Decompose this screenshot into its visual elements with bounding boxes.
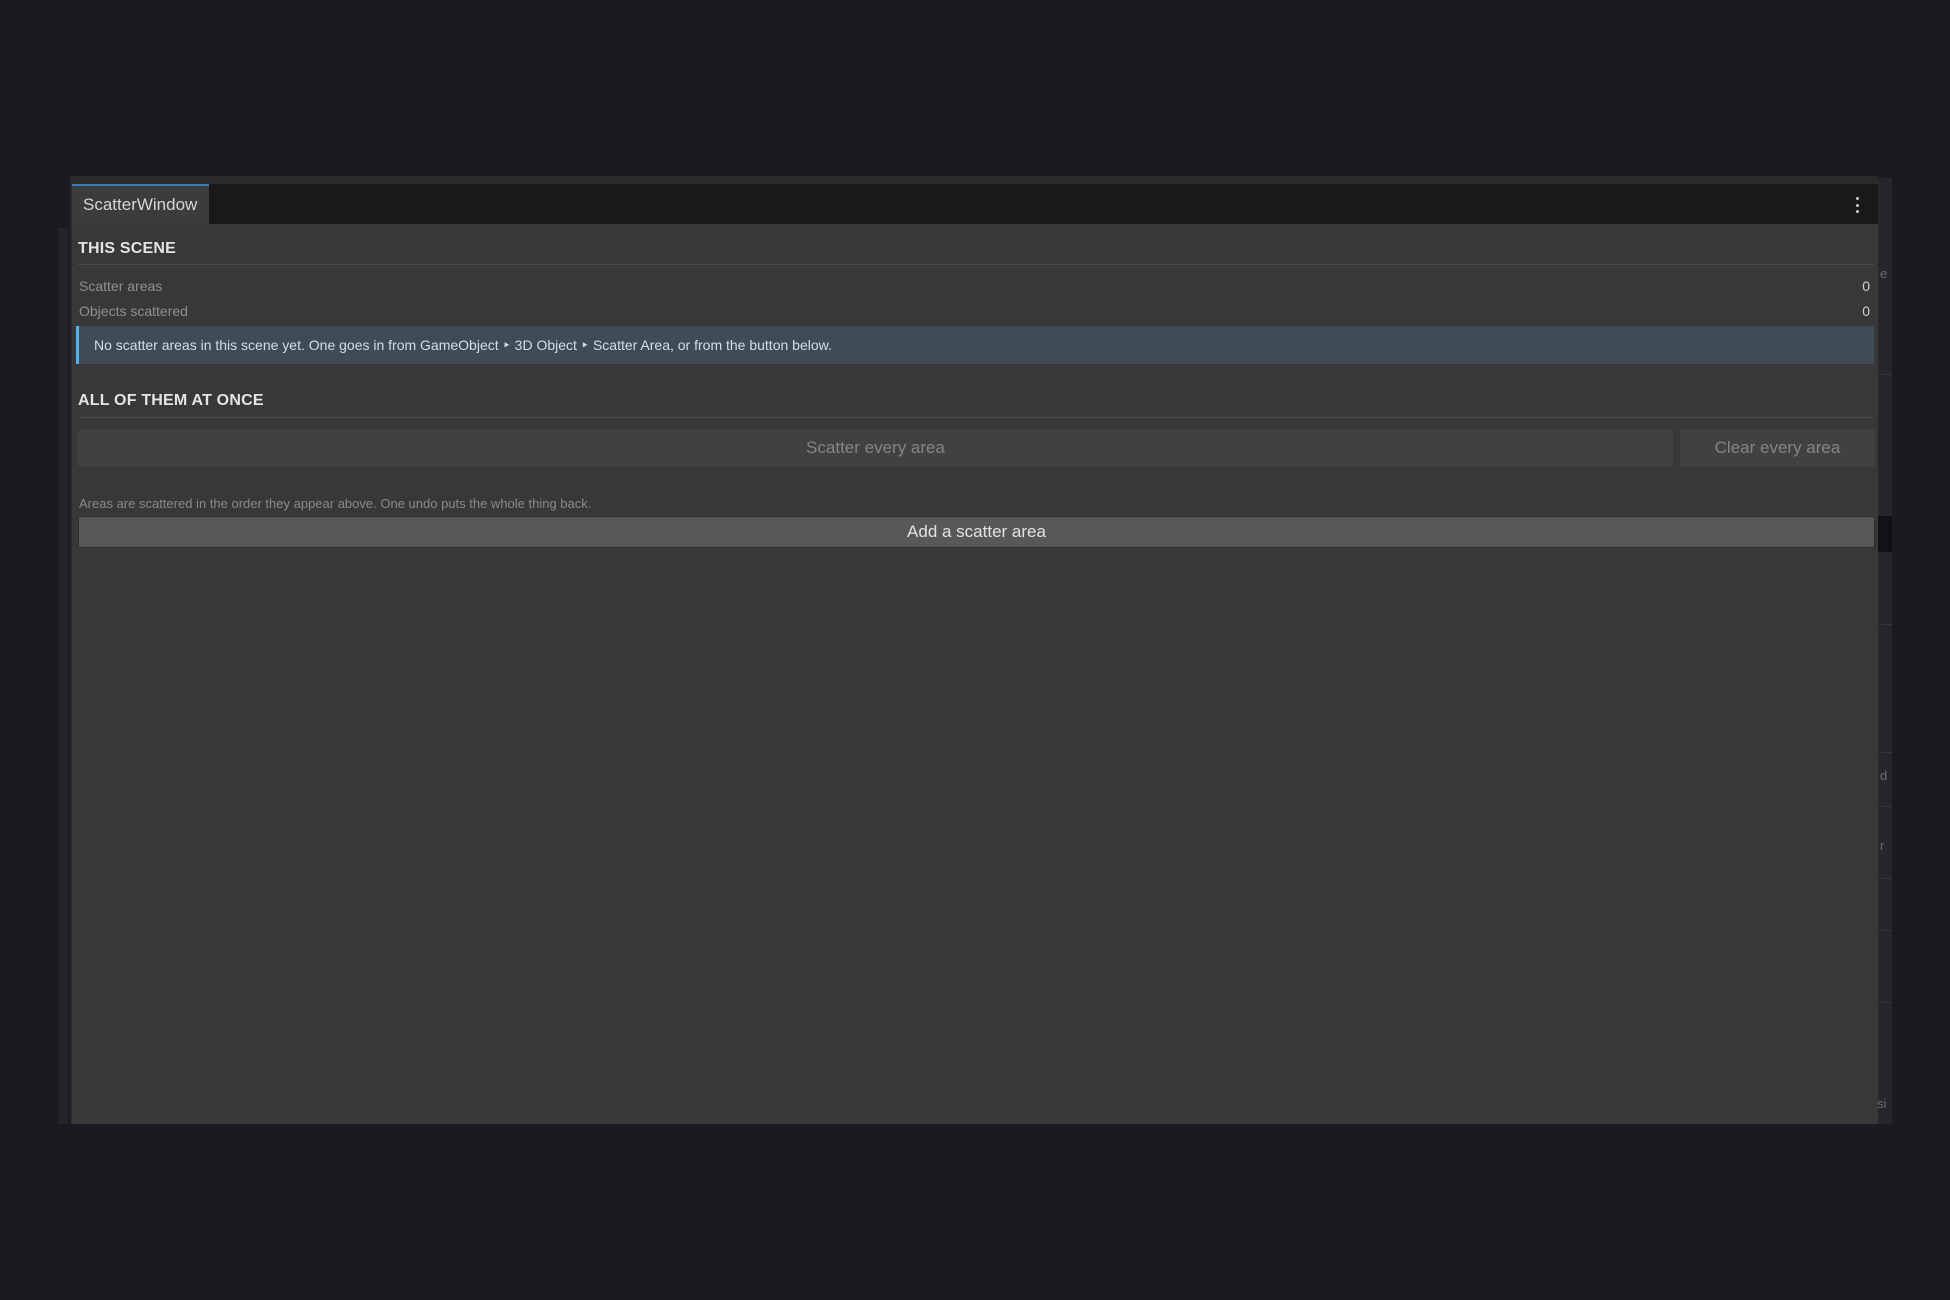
stat-row-scatter-areas: Scatter areas 0 bbox=[79, 278, 1870, 298]
background-editor-panel-right: e d r si bbox=[1876, 178, 1892, 1124]
help-text: Areas are scattered in the order they ap… bbox=[79, 496, 592, 511]
stat-value: 0 bbox=[1862, 278, 1870, 294]
info-message-text: No scatter areas in this scene yet. One … bbox=[94, 336, 832, 353]
button-label: Clear every area bbox=[1714, 438, 1841, 457]
section-divider bbox=[78, 417, 1874, 418]
background-divider bbox=[1876, 624, 1892, 625]
button-label: Add a scatter area bbox=[907, 522, 1046, 541]
button-label: Scatter every area bbox=[806, 438, 945, 457]
stat-label: Objects scattered bbox=[79, 303, 188, 319]
background-divider bbox=[1876, 806, 1892, 807]
background-block bbox=[1876, 516, 1892, 552]
window-top-edge bbox=[72, 176, 1878, 184]
background-divider bbox=[1876, 930, 1892, 931]
scatter-window: ScatterWindow THIS SCENE Scatter areas 0… bbox=[70, 176, 1878, 1124]
background-text-fragment: e bbox=[1880, 266, 1888, 281]
background-divider bbox=[1876, 1002, 1892, 1003]
section-divider bbox=[78, 264, 1874, 265]
background-divider bbox=[1876, 878, 1892, 879]
clear-every-area-button[interactable]: Clear every area bbox=[1680, 429, 1875, 467]
stat-label: Scatter areas bbox=[79, 278, 163, 294]
kebab-menu-icon[interactable] bbox=[1854, 197, 1860, 213]
info-message-box: No scatter areas in this scene yet. One … bbox=[76, 326, 1874, 364]
background-text-fragment: si bbox=[1877, 1096, 1887, 1111]
add-scatter-area-button[interactable]: Add a scatter area bbox=[78, 516, 1875, 548]
background-editor-panel-left bbox=[58, 228, 68, 1124]
background-divider bbox=[1876, 374, 1892, 375]
background-text-fragment: r bbox=[1880, 838, 1885, 853]
window-tab-bar: ScatterWindow bbox=[72, 184, 1878, 224]
tab-title: ScatterWindow bbox=[83, 195, 198, 214]
window-content: THIS SCENE Scatter areas 0 Objects scatt… bbox=[72, 224, 1878, 1124]
stat-row-objects-scattered: Objects scattered 0 bbox=[79, 303, 1870, 323]
scatter-every-area-button[interactable]: Scatter every area bbox=[78, 429, 1673, 467]
background-text-fragment: d bbox=[1880, 768, 1888, 783]
section-heading-this-scene: THIS SCENE bbox=[78, 240, 177, 257]
stat-value: 0 bbox=[1862, 303, 1870, 319]
section-heading-all-at-once: ALL OF THEM AT ONCE bbox=[78, 392, 264, 409]
tab-scatter-window[interactable]: ScatterWindow bbox=[72, 184, 210, 224]
background-divider bbox=[1876, 752, 1892, 753]
